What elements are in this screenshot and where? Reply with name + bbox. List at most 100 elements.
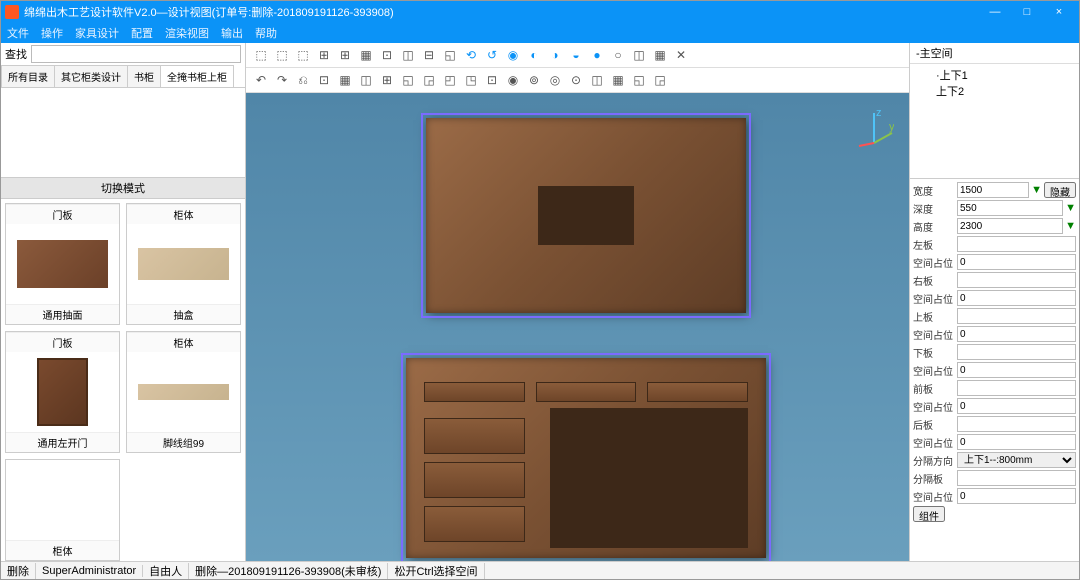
tool-icon[interactable]: ⊡	[483, 71, 501, 89]
space-input[interactable]	[957, 488, 1076, 504]
space-input[interactable]	[957, 362, 1076, 378]
tool-icon[interactable]: ↷	[273, 71, 291, 89]
tool-icon[interactable]: ⊞	[378, 71, 396, 89]
tool-icon[interactable]: ◫	[357, 71, 375, 89]
left-panel: 查找 所有目录 其它柜类设计 书柜 全掩书柜上柜 切换模式 门板 通用抽面 柜体	[1, 43, 246, 561]
tool-icon[interactable]: ⟲	[462, 46, 480, 64]
tool-icon[interactable]: ◫	[588, 71, 606, 89]
tool-icon[interactable]: ◲	[651, 71, 669, 89]
menu-furniture[interactable]: 家具设计	[75, 25, 119, 41]
minimize-button[interactable]: —	[979, 1, 1011, 23]
maximize-button[interactable]: □	[1011, 1, 1043, 23]
tool-icon[interactable]: ▦	[609, 71, 627, 89]
component-button[interactable]: 组件	[913, 506, 945, 522]
tool-icon[interactable]: ↺	[483, 46, 501, 64]
tree-header[interactable]: -主空间	[910, 43, 1079, 64]
tool-icon[interactable]: ⊞	[315, 46, 333, 64]
space-input[interactable]	[957, 398, 1076, 414]
tool-icon[interactable]: ◰	[441, 71, 459, 89]
menu-output[interactable]: 输出	[221, 25, 243, 41]
tab-full[interactable]: 全掩书柜上柜	[160, 65, 234, 87]
status-item[interactable]: 删除	[1, 563, 36, 579]
tool-icon[interactable]: ◫	[399, 46, 417, 64]
catalog-item[interactable]: 柜体 脚线组99	[126, 331, 241, 453]
tool-icon[interactable]: ◐	[525, 46, 543, 64]
close-button[interactable]: ×	[1043, 1, 1075, 23]
catalog-item[interactable]: 门板 通用左开门	[5, 331, 120, 453]
tab-other[interactable]: 其它柜类设计	[54, 65, 128, 87]
statusbar: 删除 SuperAdministrator 自由人 删除—20180919112…	[1, 561, 1079, 579]
search-input[interactable]	[31, 45, 241, 63]
left-panel-input[interactable]	[957, 236, 1076, 252]
tool-icon[interactable]: ○	[609, 46, 627, 64]
menubar: 文件 操作 家具设计 配置 渲染视图 输出 帮助	[1, 23, 1079, 43]
status-role[interactable]: 自由人	[143, 563, 189, 579]
top-panel-input[interactable]	[957, 308, 1076, 324]
tool-icon[interactable]: ⬚	[252, 46, 270, 64]
bottom-panel-input[interactable]	[957, 344, 1076, 360]
catalog-grid: 门板 通用抽面 柜体 抽盒 门板 通用左开门 柜体 脚线组99	[1, 199, 245, 561]
tool-icon[interactable]: ⊟	[420, 46, 438, 64]
catalog-item[interactable]: 门板 通用抽面	[5, 203, 120, 325]
divide-dir-select[interactable]: 上下1--:800mm	[957, 452, 1076, 468]
space-input[interactable]	[957, 326, 1076, 342]
menu-operate[interactable]: 操作	[41, 25, 63, 41]
tool-icon[interactable]: ⬚	[273, 46, 291, 64]
tool-icon[interactable]: ▦	[336, 71, 354, 89]
menu-config[interactable]: 配置	[131, 25, 153, 41]
back-panel-input[interactable]	[957, 416, 1076, 432]
3d-viewport[interactable]: zy	[246, 93, 909, 561]
menu-help[interactable]: 帮助	[255, 25, 277, 41]
menu-file[interactable]: 文件	[7, 25, 29, 41]
tree-item[interactable]: 上下2	[918, 84, 1071, 100]
tool-icon[interactable]: ◑	[546, 46, 564, 64]
tool-icon[interactable]: ◎	[546, 71, 564, 89]
tool-icon[interactable]: ◉	[504, 46, 522, 64]
space-input[interactable]	[957, 254, 1076, 270]
tool-icon[interactable]: ◲	[420, 71, 438, 89]
front-panel-input[interactable]	[957, 380, 1076, 396]
tool-icon[interactable]: ⊞	[336, 46, 354, 64]
center-panel: ⬚ ⬚ ⬚ ⊞ ⊞ ▦ ⊡ ◫ ⊟ ◱ ⟲ ↺ ◉ ◐ ◑ ◒ ● ○ ◫ ▦	[246, 43, 909, 561]
status-user[interactable]: SuperAdministrator	[36, 565, 143, 577]
tool-icon[interactable]: ⎌	[294, 71, 312, 89]
tool-icon[interactable]: ◱	[441, 46, 459, 64]
tab-bookcase[interactable]: 书柜	[127, 65, 161, 87]
catalog-item[interactable]: 柜体	[5, 459, 120, 561]
divider-input[interactable]	[957, 470, 1076, 486]
height-input[interactable]	[957, 218, 1063, 234]
right-panel-input[interactable]	[957, 272, 1076, 288]
window-title: 绵绵出木工艺设计软件V2.0—设计视图(订单号:删除-201809191126-…	[24, 4, 979, 20]
space-input[interactable]	[957, 290, 1076, 306]
tool-icon[interactable]: ▦	[651, 46, 669, 64]
scene-tree: ·上下1 上下2	[910, 64, 1079, 179]
catalog-preview	[1, 88, 245, 178]
tool-icon[interactable]: ◱	[630, 71, 648, 89]
space-input[interactable]	[957, 434, 1076, 450]
tool-icon[interactable]: ◒	[567, 46, 585, 64]
tool-icon[interactable]: ⊚	[525, 71, 543, 89]
tool-icon[interactable]: ●	[588, 46, 606, 64]
hide-button[interactable]: 隐藏	[1044, 182, 1076, 198]
upper-cabinet[interactable]	[426, 118, 746, 313]
tool-icon[interactable]: ◫	[630, 46, 648, 64]
desk-cabinet[interactable]	[406, 358, 766, 558]
tool-icon[interactable]: ▦	[357, 46, 375, 64]
tool-icon[interactable]: ⊡	[378, 46, 396, 64]
depth-input[interactable]	[957, 200, 1063, 216]
width-input[interactable]	[957, 182, 1029, 198]
tool-icon[interactable]: ⬚	[294, 46, 312, 64]
tool-icon[interactable]: ⊡	[315, 71, 333, 89]
search-label: 查找	[5, 46, 27, 62]
tool-icon[interactable]: ↶	[252, 71, 270, 89]
status-order[interactable]: 删除—201809191126-393908(未审核)	[189, 563, 388, 579]
menu-render[interactable]: 渲染视图	[165, 25, 209, 41]
tool-icon[interactable]: ◳	[462, 71, 480, 89]
tool-icon[interactable]: ◱	[399, 71, 417, 89]
catalog-item[interactable]: 柜体 抽盒	[126, 203, 241, 325]
tab-all[interactable]: 所有目录	[1, 65, 55, 87]
tree-item[interactable]: ·上下1	[918, 68, 1071, 84]
tool-icon[interactable]: ◉	[504, 71, 522, 89]
tool-icon[interactable]: ✕	[672, 46, 690, 64]
tool-icon[interactable]: ⊙	[567, 71, 585, 89]
